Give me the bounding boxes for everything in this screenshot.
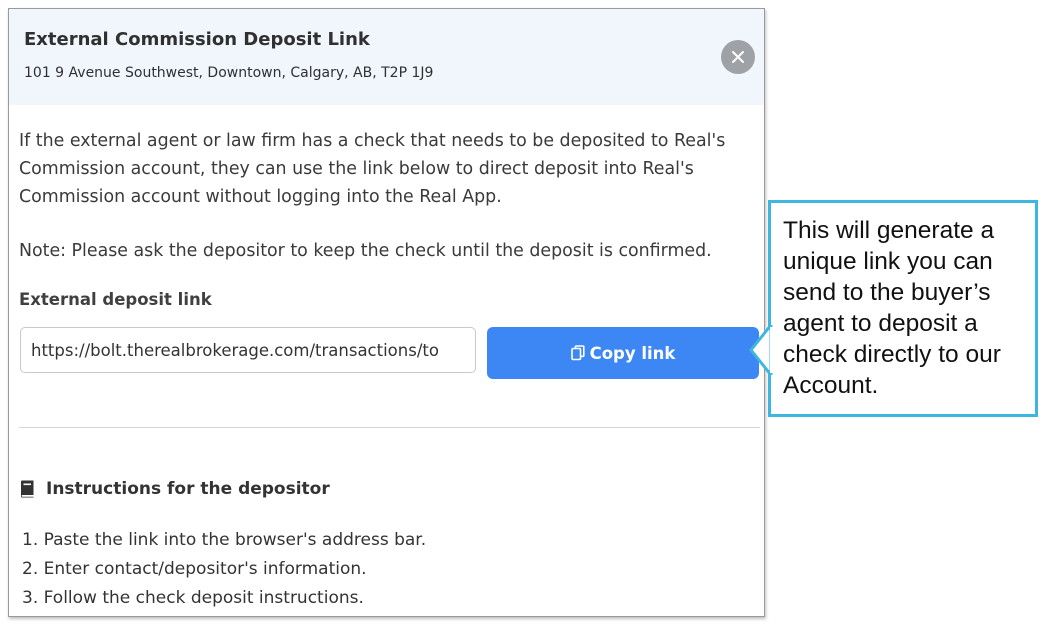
instructions-list: 1. Paste the link into the browser's add… (22, 526, 426, 613)
divider (19, 427, 760, 428)
annotation-callout: This will generate a unique link you can… (768, 200, 1038, 417)
close-icon (732, 51, 744, 63)
note-paragraph: Note: Please ask the depositor to keep t… (19, 241, 712, 261)
callout-pointer (749, 325, 773, 375)
modal-header: External Commission Deposit Link 101 9 A… (9, 9, 764, 105)
instruction-step: 3. Follow the check deposit instructions… (22, 588, 364, 608)
deposit-link-input[interactable] (20, 327, 476, 373)
modal-address: 101 9 Avenue Southwest, Downtown, Calgar… (24, 65, 434, 81)
copy-link-button[interactable]: Copy link (487, 327, 759, 379)
book-icon (21, 480, 34, 498)
description-paragraph: If the external agent or law firm has a … (19, 131, 726, 207)
modal-title: External Commission Deposit Link (24, 29, 370, 50)
deposit-link-label: External deposit link (19, 290, 212, 309)
instructions-heading: Instructions for the depositor (19, 479, 330, 499)
callout-text: This will generate a unique link you can… (783, 217, 1001, 399)
deposit-link-modal: External Commission Deposit Link 101 9 A… (8, 8, 765, 617)
close-button[interactable] (721, 40, 755, 74)
copy-link-label: Copy link (589, 343, 676, 363)
instructions-title: Instructions for the depositor (46, 479, 330, 499)
copy-icon (570, 345, 585, 361)
instruction-step: 2. Enter contact/depositor's information… (22, 559, 367, 579)
instruction-step: 1. Paste the link into the browser's add… (22, 530, 427, 550)
